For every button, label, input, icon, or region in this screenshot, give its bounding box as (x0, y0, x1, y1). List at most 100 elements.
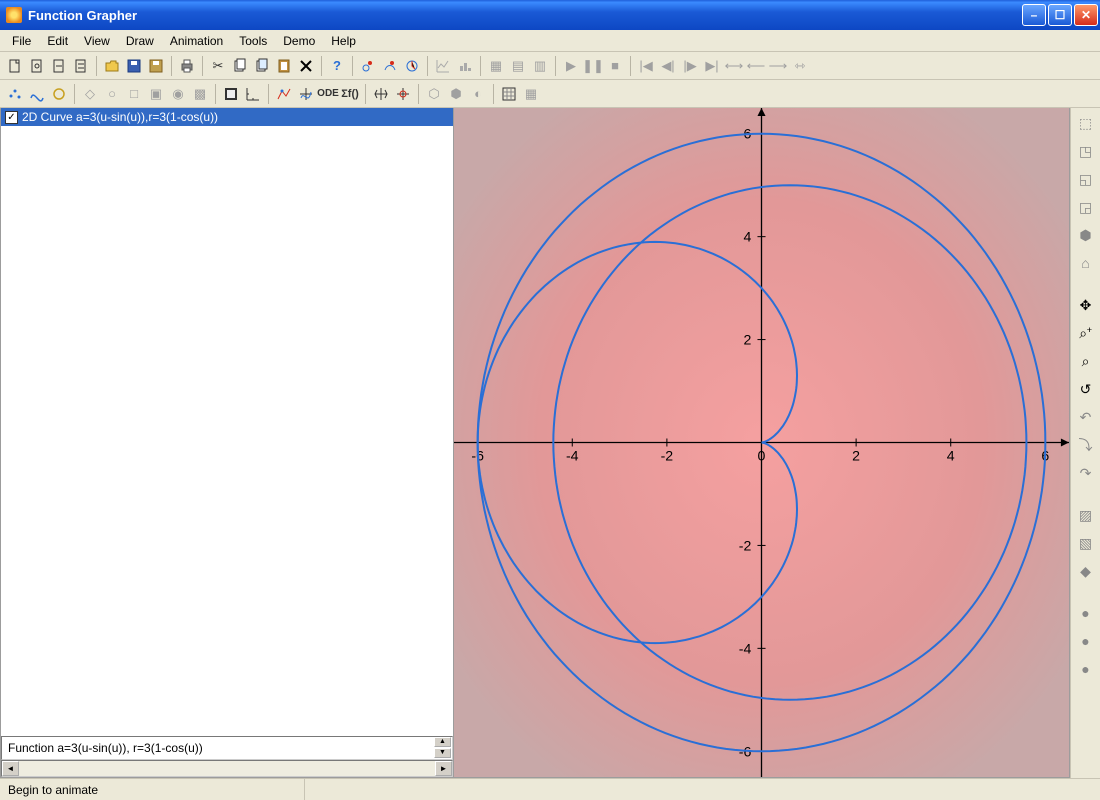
function-up-button[interactable]: ▲ (434, 737, 451, 747)
maximize-button[interactable]: ☐ (1048, 4, 1072, 26)
plot-canvas[interactable]: -6-4-20246-6-4-2246 (454, 108, 1070, 778)
trace2-button[interactable] (295, 83, 317, 105)
ode-button[interactable]: ODE (317, 83, 339, 105)
mesh1-icon[interactable]: ▨ (1075, 504, 1097, 526)
first-button[interactable]: |◀ (635, 55, 657, 77)
open-button[interactable] (101, 55, 123, 77)
range1-button[interactable]: ⟷ (723, 55, 745, 77)
copy-button[interactable] (229, 55, 251, 77)
minimize-button[interactable]: – (1022, 4, 1046, 26)
function-display[interactable]: Function a=3(u-sin(u)), r=3(1-cos(u)) ▲ … (1, 736, 453, 760)
circle-button[interactable] (48, 83, 70, 105)
axis-config-button[interactable] (220, 83, 242, 105)
menu-animation[interactable]: Animation (162, 32, 231, 50)
anim1-button[interactable] (357, 55, 379, 77)
close-button[interactable]: ✕ (1074, 4, 1098, 26)
tree-item-checkbox[interactable]: ✓ (5, 111, 18, 124)
crosshair-button[interactable] (392, 83, 414, 105)
rotate-down-icon[interactable]: ⤵ (1075, 434, 1097, 456)
grid3-button[interactable]: ▥ (529, 55, 551, 77)
curve-button[interactable] (26, 83, 48, 105)
solid-icon[interactable]: ◆ (1075, 560, 1097, 582)
cube2-icon[interactable]: ◳ (1075, 140, 1097, 162)
new-doc2-button[interactable] (26, 55, 48, 77)
anim3-button[interactable] (401, 55, 423, 77)
shape1-icon[interactable]: ● (1075, 602, 1097, 624)
grid-button[interactable] (498, 83, 520, 105)
d3-button[interactable]: □ (123, 83, 145, 105)
range2-button[interactable]: ⟵ (745, 55, 767, 77)
scroll-left-button[interactable]: ◄ (2, 761, 19, 776)
menu-file[interactable]: File (4, 32, 39, 50)
function-down-button[interactable]: ▼ (434, 748, 451, 758)
sigma-button[interactable]: Σf() (339, 83, 361, 105)
scroll-track[interactable] (19, 761, 435, 776)
e3-button[interactable]: ◐ (467, 83, 489, 105)
e2-button[interactable]: ⬢ (445, 83, 467, 105)
print-button[interactable] (176, 55, 198, 77)
d1-button[interactable]: ◇ (79, 83, 101, 105)
new-doc4-button[interactable] (70, 55, 92, 77)
d4-button[interactable]: ▣ (145, 83, 167, 105)
scatter-button[interactable] (4, 83, 26, 105)
d5-button[interactable]: ◉ (167, 83, 189, 105)
rotate-right-icon[interactable]: ↷ (1075, 462, 1097, 484)
cube1-icon[interactable]: ⬚ (1075, 112, 1097, 134)
rotate-left-icon[interactable]: ↶ (1075, 406, 1097, 428)
paste-button[interactable] (273, 55, 295, 77)
range4-button[interactable]: ⇿ (789, 55, 811, 77)
axis-toggle-button[interactable] (242, 83, 264, 105)
e4-button[interactable]: ▦ (520, 83, 542, 105)
d6-button[interactable]: ▩ (189, 83, 211, 105)
cube3-icon[interactable]: ◱ (1075, 168, 1097, 190)
menu-demo[interactable]: Demo (275, 32, 323, 50)
anim2-button[interactable] (379, 55, 401, 77)
copy2-button[interactable] (251, 55, 273, 77)
chart2-button[interactable] (454, 55, 476, 77)
pan-tool-button[interactable] (370, 83, 392, 105)
svg-text:-2: -2 (739, 537, 752, 553)
cut-button[interactable]: ✂ (207, 55, 229, 77)
menu-view[interactable]: View (76, 32, 118, 50)
menu-tools[interactable]: Tools (231, 32, 275, 50)
delete-button[interactable] (295, 55, 317, 77)
chart1-button[interactable] (432, 55, 454, 77)
play-button[interactable]: ▶ (560, 55, 582, 77)
range3-button[interactable]: ⟶ (767, 55, 789, 77)
cube6-icon[interactable]: ⌂ (1075, 252, 1097, 274)
trace1-button[interactable] (273, 83, 295, 105)
menu-bar: File Edit View Draw Animation Tools Demo… (0, 30, 1100, 52)
move-tool-icon[interactable]: ✥ (1075, 294, 1097, 316)
cube4-icon[interactable]: ◲ (1075, 196, 1097, 218)
help-button[interactable]: ? (326, 55, 348, 77)
cube5-icon[interactable]: ⬢ (1075, 224, 1097, 246)
toolbar-row-1: ✂ ? ▦ ▤ ▥ ▶ ❚❚ ■ |◀ ◀| |▶ ▶| ⟷ ⟵ ⟶ ⇿ (0, 52, 1100, 80)
pause-button[interactable]: ❚❚ (582, 55, 604, 77)
mesh2-icon[interactable]: ▧ (1075, 532, 1097, 554)
zoom-out-icon[interactable]: ⌕ (1075, 350, 1097, 372)
shape2-icon[interactable]: ● (1075, 630, 1097, 652)
save-as-button[interactable] (145, 55, 167, 77)
reset-view-icon[interactable]: ↺ (1075, 378, 1097, 400)
e1-button[interactable]: ⬡ (423, 83, 445, 105)
menu-help[interactable]: Help (323, 32, 364, 50)
main-body: ✓ 2D Curve a=3(u-sin(u)),r=3(1-cos(u)) F… (0, 108, 1100, 778)
horizontal-scrollbar[interactable]: ◄ ► (1, 760, 453, 777)
menu-draw[interactable]: Draw (118, 32, 162, 50)
scroll-right-button[interactable]: ► (435, 761, 452, 776)
new-doc3-button[interactable] (48, 55, 70, 77)
prev-button[interactable]: ◀| (657, 55, 679, 77)
function-tree[interactable]: ✓ 2D Curve a=3(u-sin(u)),r=3(1-cos(u)) (1, 108, 453, 736)
d2-button[interactable]: ○ (101, 83, 123, 105)
zoom-tool-icon[interactable]: ⌕⁺ (1075, 322, 1097, 344)
grid1-button[interactable]: ▦ (485, 55, 507, 77)
menu-edit[interactable]: Edit (39, 32, 76, 50)
new-doc-button[interactable] (4, 55, 26, 77)
shape3-icon[interactable]: ● (1075, 658, 1097, 680)
tree-item-0[interactable]: ✓ 2D Curve a=3(u-sin(u)),r=3(1-cos(u)) (1, 108, 453, 126)
grid2-button[interactable]: ▤ (507, 55, 529, 77)
next-button[interactable]: |▶ (679, 55, 701, 77)
save-button[interactable] (123, 55, 145, 77)
stop-button[interactable]: ■ (604, 55, 626, 77)
last-button[interactable]: ▶| (701, 55, 723, 77)
